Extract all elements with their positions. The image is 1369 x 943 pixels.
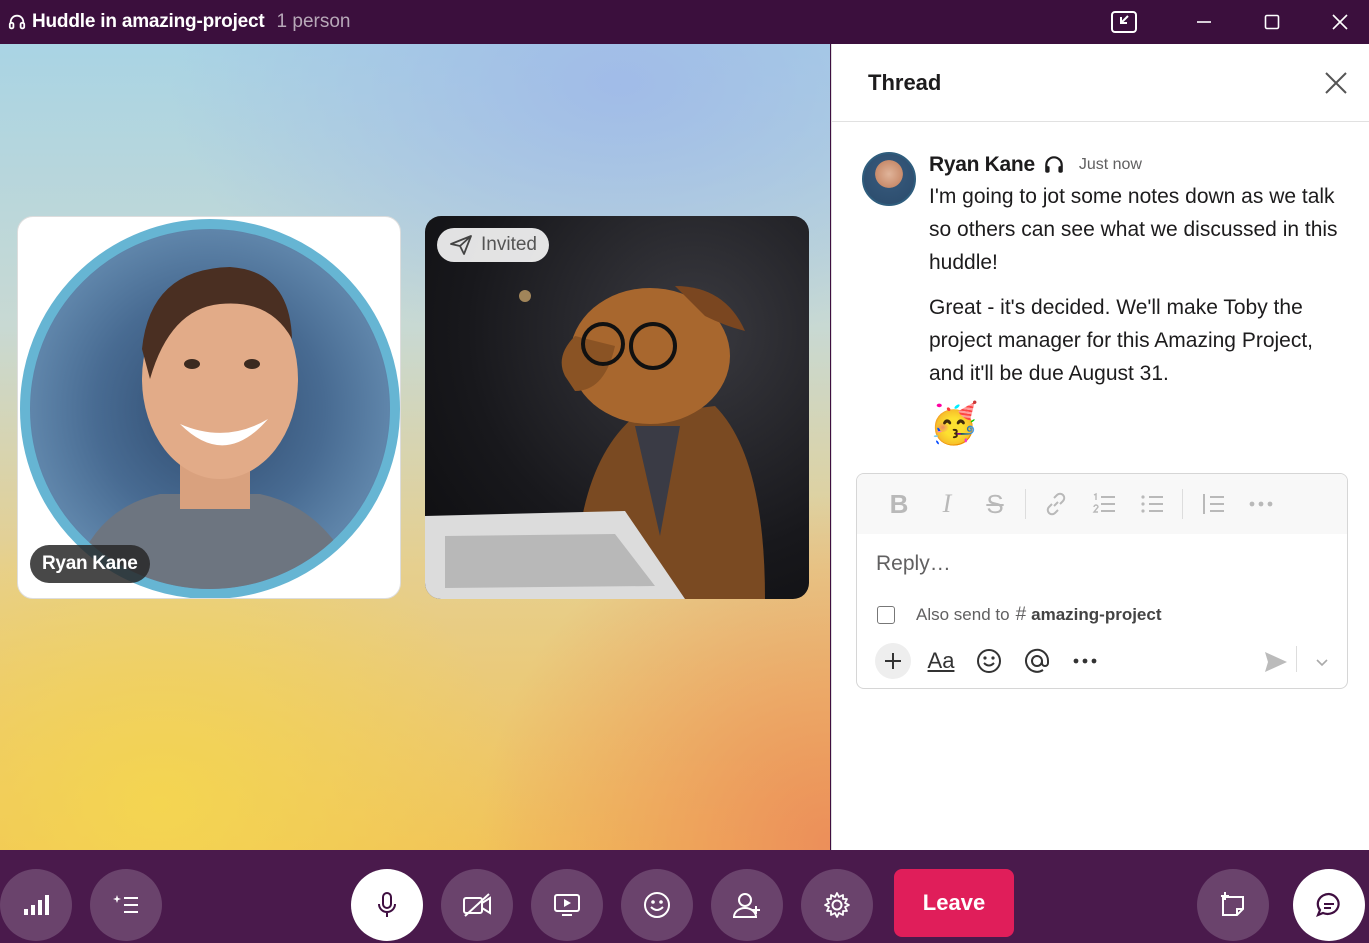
maximize-icon	[1264, 14, 1280, 30]
picture-in-picture-button[interactable]	[1094, 0, 1154, 44]
formatting-toolbar: B I S	[857, 474, 1347, 534]
emoji-button[interactable]	[965, 643, 1013, 679]
huddle-controls: Leave	[0, 850, 1369, 943]
message-text: Great - it's decided. We'll make Toby th…	[929, 296, 1314, 385]
invited-chip: Invited	[437, 228, 549, 262]
close-icon	[1332, 14, 1348, 30]
mention-button[interactable]	[1013, 643, 1061, 679]
close-thread-icon[interactable]	[1323, 70, 1349, 96]
more-icon	[1249, 501, 1273, 507]
message-timestamp[interactable]: Just now	[1079, 156, 1142, 174]
italic-button[interactable]: I	[923, 486, 971, 522]
format-label: Aa	[927, 648, 955, 673]
participant-portrait	[70, 267, 360, 589]
video-button[interactable]	[441, 869, 513, 941]
close-window-button[interactable]	[1310, 0, 1369, 44]
emoji-icon	[977, 649, 1001, 673]
more-formatting-button[interactable]	[1237, 486, 1285, 522]
picture-in-picture-icon	[1111, 11, 1137, 33]
add-people-button[interactable]	[711, 869, 783, 941]
settings-button[interactable]	[801, 869, 873, 941]
bold-icon: B	[889, 488, 909, 519]
headphones-icon	[1045, 156, 1063, 173]
video-off-icon	[463, 893, 491, 917]
participant-count[interactable]: 1 person	[277, 11, 351, 33]
checklist-icon	[113, 895, 138, 913]
send-icon[interactable]	[1263, 650, 1289, 674]
reply-input[interactable]: Reply…	[857, 534, 1347, 596]
title-bar: Huddle in amazing-project 1 person	[0, 0, 1369, 44]
reply-composer: B I S Reply… Also send to # amazing-proj…	[856, 473, 1348, 689]
screen-share-icon	[554, 894, 580, 916]
minimize-button[interactable]	[1174, 0, 1234, 44]
channel-hash: #	[1015, 604, 1027, 625]
blockquote-icon	[1203, 494, 1224, 514]
invited-participant-tile[interactable]: Invited	[425, 216, 809, 599]
participant-avatar	[20, 219, 400, 598]
link-button[interactable]	[1032, 486, 1080, 522]
toolbar-divider	[1025, 489, 1026, 519]
text-format-toggle[interactable]: Aa	[917, 643, 965, 679]
mention-icon	[1025, 648, 1050, 673]
attach-button[interactable]	[869, 643, 917, 679]
screen-share-button[interactable]	[531, 869, 603, 941]
reactions-button[interactable]	[621, 869, 693, 941]
more-actions-button[interactable]	[1061, 643, 1109, 679]
settings-icon	[824, 892, 850, 918]
window-title: Huddle in amazing-project	[32, 11, 265, 32]
signal-icon	[24, 895, 49, 915]
message-text: I'm going to jot some notes down as we t…	[929, 185, 1338, 274]
italic-icon: I	[942, 489, 952, 518]
sticky-note-icon	[1221, 892, 1244, 916]
message-author[interactable]: Ryan Kane	[929, 153, 1035, 177]
minimize-icon	[1197, 21, 1211, 23]
maximize-button[interactable]	[1242, 0, 1302, 44]
bullet-list-icon	[1141, 495, 1163, 513]
add-people-icon	[732, 893, 760, 918]
numbered-list-icon	[1092, 492, 1115, 513]
message-emoji: 🥳	[929, 402, 979, 446]
send-paper-plane-icon	[450, 235, 472, 255]
numbered-list-button[interactable]	[1080, 486, 1128, 522]
link-icon	[1046, 492, 1066, 516]
reactions-icon	[644, 892, 670, 918]
also-send-checkbox[interactable]	[877, 606, 895, 624]
connection-stats-button[interactable]	[0, 869, 72, 941]
microphone-button[interactable]	[351, 869, 423, 941]
blockquote-button[interactable]	[1189, 486, 1237, 522]
chevron-down-icon[interactable]	[1315, 658, 1329, 668]
thread-title: Thread	[868, 69, 942, 95]
huddle-stage: Ryan Kane Invited	[0, 44, 830, 850]
more-icon	[1073, 658, 1097, 664]
toolbar-divider	[1182, 489, 1183, 519]
thread-panel: Thread Ryan Kane Just now I'm going to j…	[831, 44, 1369, 850]
strikethrough-button[interactable]: S	[971, 486, 1019, 522]
send-divider	[1296, 646, 1297, 672]
strikethrough-icon: S	[986, 488, 1004, 519]
canvas-button[interactable]	[1197, 869, 1269, 941]
thread-header: Thread	[832, 44, 1369, 122]
participant-name-chip: Ryan Kane	[30, 545, 150, 583]
thread-toggle-button[interactable]	[1293, 869, 1365, 941]
leave-button[interactable]: Leave	[894, 869, 1014, 937]
bullet-list-button[interactable]	[1128, 486, 1176, 522]
channel-name: amazing-project	[1031, 605, 1162, 624]
huddle-notes-button[interactable]	[90, 869, 162, 941]
also-send-row: Also send to # amazing-project	[857, 596, 1347, 634]
participant-tile[interactable]: Ryan Kane	[17, 216, 401, 599]
chat-icon	[1316, 892, 1340, 917]
author-avatar[interactable]	[862, 152, 916, 206]
invited-participant-image	[425, 286, 765, 599]
invited-label: Invited	[481, 234, 537, 255]
plus-icon	[885, 653, 901, 669]
microphone-icon	[378, 892, 396, 917]
headphones-icon	[8, 14, 26, 30]
bold-button[interactable]: B	[875, 486, 923, 522]
also-send-label: Also send to	[916, 605, 1010, 624]
